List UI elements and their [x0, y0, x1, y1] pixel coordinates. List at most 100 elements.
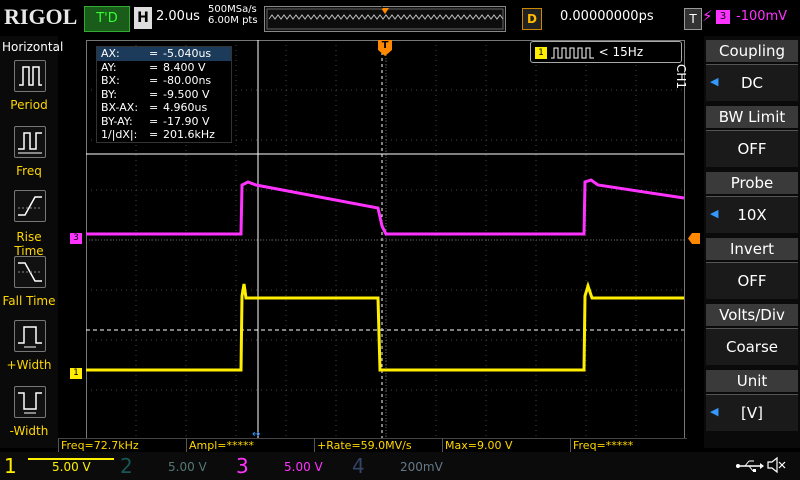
menu-value-3[interactable]: OFF — [706, 262, 798, 299]
cursor-key: AX: — [101, 47, 120, 60]
cursor-key: 1/|dX|: — [101, 128, 138, 141]
meas-ampl[interactable]: Ampl=***** — [186, 438, 315, 452]
cursor-val: 8.400 V — [163, 60, 206, 74]
timebase-value[interactable]: 2.00us — [156, 9, 200, 24]
channel-2-tab[interactable]: 2 5.00 V — [116, 452, 232, 480]
ch1-offset-marker[interactable]: 1 — [70, 368, 82, 379]
cursor-row: BY: = -9.500 V — [97, 88, 231, 102]
cursor-val: -17.90 V — [163, 114, 210, 128]
delay-badge[interactable]: D — [522, 8, 542, 30]
cursor-row: 1/|dX|: = 201.6kHz — [97, 128, 231, 142]
sample-rate: 500MSa/s — [208, 4, 257, 15]
channel-1-number: 1 — [4, 454, 17, 478]
menu-arrow-icon: ◀ — [710, 405, 719, 418]
freq-icon — [18, 132, 42, 154]
speaker-muted-icon[interactable] — [766, 456, 786, 474]
cursor-eq: = — [149, 128, 159, 141]
channel-3-number: 3 — [236, 454, 249, 478]
menu-title-4: Volts/Div — [706, 304, 798, 326]
meas-max[interactable]: Max=9.00 V — [442, 438, 571, 452]
ch3-trace — [86, 178, 685, 236]
channel-1-scale: 5.00 V — [52, 460, 91, 474]
rise-time-label: Rise Time — [14, 230, 44, 258]
cursor-key: BX: — [101, 74, 120, 87]
trigger-level-marker-icon[interactable] — [688, 233, 700, 244]
delay-value[interactable]: 0.00000000ps — [560, 9, 654, 24]
cursor-eq: = — [149, 47, 159, 60]
brand-logo: RIGOL — [4, 4, 78, 29]
trigger-source: 3 — [716, 10, 730, 24]
menu-value-4[interactable]: Coarse — [706, 328, 798, 365]
freq-button[interactable] — [14, 126, 46, 158]
menu-value-1[interactable]: OFF — [706, 130, 798, 167]
menu-title-0: Coupling — [706, 40, 798, 62]
right-menu-channel-tag: CH1 — [674, 64, 688, 90]
negative-width-icon — [18, 392, 42, 414]
channel-3-tab[interactable]: 3 5.00 V — [232, 452, 348, 480]
cursor-row: AX: = -5.040us — [97, 47, 231, 61]
positive-width-label: +Width — [6, 358, 52, 372]
trigger-status-badge: T'D — [84, 6, 130, 32]
meas-freq-2[interactable]: Freq=***** — [570, 438, 687, 452]
freq-label: Freq — [16, 164, 42, 178]
trigger-badge[interactable]: T — [684, 8, 702, 30]
cursor-val: -9.500 V — [163, 87, 210, 101]
menu-title-3: Invert — [706, 238, 798, 260]
menu-title-5: Unit — [706, 370, 798, 392]
trigger-pos-marker-top: T — [379, 2, 385, 12]
menu-title-2: Probe — [706, 172, 798, 194]
fall-time-button[interactable] — [14, 256, 46, 288]
cursor-eq: = — [149, 87, 159, 101]
cursor-eq: = — [149, 74, 159, 87]
freq-counter-value: < 15Hz — [598, 45, 644, 59]
channel-4-scale: 200mV — [400, 460, 443, 474]
trigger-slope-icon: ⚡ — [702, 7, 713, 25]
channel-3-scale: 5.00 V — [284, 460, 323, 474]
channel-1-tab[interactable]: 1 5.00 V — [0, 452, 116, 480]
meas-freq[interactable]: Freq=72.7kHz — [58, 438, 187, 452]
period-label: Period — [10, 98, 48, 112]
channel-4-tab[interactable]: 4 200mV — [348, 452, 464, 480]
channel-2-scale: 5.00 V — [168, 460, 207, 474]
square-wave-icon — [550, 47, 594, 58]
cursor-row: BX: = -80.00ns — [97, 74, 231, 88]
cursor-val: 4.960us — [163, 101, 208, 114]
cursor-eq: = — [149, 101, 159, 114]
rise-time-icon — [18, 196, 42, 216]
period-icon — [19, 66, 42, 86]
menu-value-2[interactable]: 10X — [706, 196, 798, 233]
cursor-eq: = — [149, 114, 159, 128]
negative-width-label: -Width — [9, 424, 49, 438]
meas-rate[interactable]: +Rate=59.0MV/s — [314, 438, 443, 452]
cursor-key: BY: — [101, 87, 117, 101]
cursor-eq: = — [149, 60, 159, 74]
sample-rate-info: 500MSa/s 6.00M pts — [208, 4, 258, 26]
channel-4-number: 4 — [352, 454, 365, 478]
cursor-key: AY: — [101, 60, 117, 74]
usb-icon — [736, 460, 764, 472]
horizontal-badge[interactable]: H — [134, 7, 152, 29]
cursor-row: AY: = 8.400 V — [97, 61, 231, 75]
positive-width-button[interactable] — [14, 320, 46, 352]
cursor-val: 201.6kHz — [163, 128, 215, 141]
ch3-offset-marker[interactable]: 3 — [70, 233, 82, 244]
rise-time-button[interactable] — [14, 190, 46, 222]
menu-title-1: BW Limit — [706, 106, 798, 128]
negative-width-button[interactable] — [14, 386, 46, 418]
menu-value-0[interactable]: DC — [706, 64, 798, 101]
cursor-val: -80.00ns — [163, 74, 212, 87]
cursor-readout-table: AX: = -5.040us AY: = 8.400 V BX: = -80.00ns BY: = -… — [96, 46, 232, 143]
freq-counter-channel: 1 — [535, 46, 547, 59]
cursor-row: BY-AY: = -17.90 V — [97, 115, 231, 129]
period-button[interactable] — [14, 60, 46, 92]
trigger-level[interactable]: -100mV — [736, 9, 787, 24]
menu-value-5[interactable]: [V] — [706, 394, 798, 431]
trigger-marker-label: T — [381, 40, 389, 51]
left-panel-title: Horizontal — [2, 40, 64, 54]
cursor-key: BX-AX: — [101, 101, 139, 114]
cursor-val: -5.040us — [163, 47, 212, 60]
menu-arrow-icon: ◀ — [710, 75, 719, 88]
fall-time-label: Fall Time — [2, 294, 56, 308]
cursor-key: BY-AY: — [101, 114, 133, 128]
memory-depth: 6.00M pts — [208, 15, 258, 26]
